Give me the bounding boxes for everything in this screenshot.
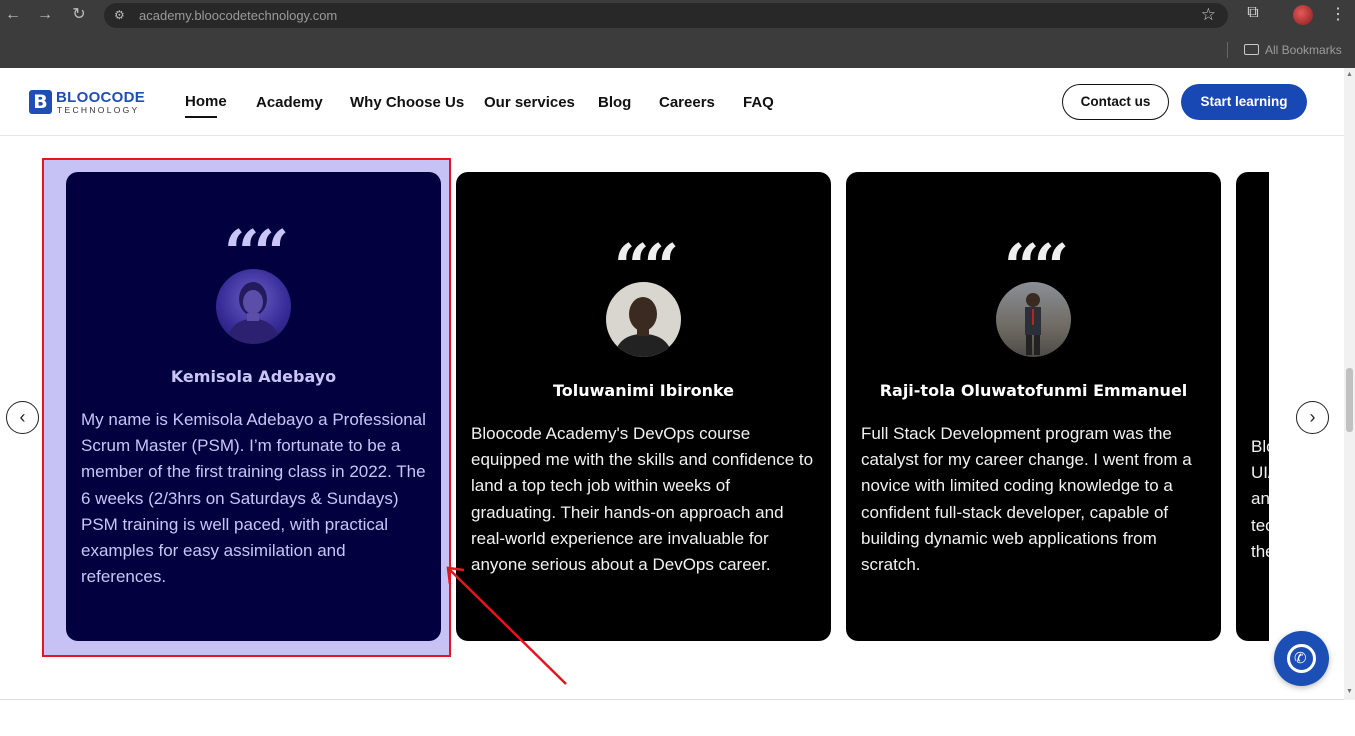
avatar	[996, 282, 1071, 357]
carousel-next-button[interactable]: ›	[1296, 401, 1329, 434]
site-header: B BLOOCODE TECHNOLOGY Home Academy Why C…	[0, 68, 1344, 136]
testimonial-text: Blo UI/ an tec the	[1251, 437, 1269, 561]
profile-avatar[interactable]	[1293, 5, 1313, 25]
logo-mark-icon: B	[29, 90, 52, 114]
site-settings-icon[interactable]: ⚙	[114, 8, 128, 22]
annotation-arrow	[446, 566, 567, 685]
browser-chrome: ← → ↻ ⚙ academy.bloocodetechnology.com ☆…	[0, 0, 1355, 68]
bookmarks-divider	[1227, 42, 1228, 58]
reload-icon[interactable]: ↻	[68, 4, 90, 26]
url-text[interactable]: academy.bloocodetechnology.com	[139, 8, 337, 23]
scroll-down-arrow-icon[interactable]: ▼	[1346, 688, 1353, 695]
extensions-icon[interactable]: ⧉	[1243, 4, 1263, 24]
section-divider	[0, 699, 1344, 700]
nav-why-choose-us[interactable]: Why Choose Us	[350, 93, 464, 113]
bookmark-star-icon[interactable]: ☆	[1201, 5, 1216, 25]
logo-sub: TECHNOLOGY	[57, 105, 140, 115]
nav-our-services[interactable]: Our services	[484, 93, 575, 113]
nav-home[interactable]: Home	[185, 92, 227, 118]
nav-blog[interactable]: Blog	[598, 93, 631, 113]
browser-menu-icon[interactable]: ⋮	[1330, 4, 1346, 24]
avatar	[606, 282, 681, 357]
scroll-up-arrow-icon[interactable]: ▲	[1346, 71, 1353, 78]
testimonial-card-clip: Blo UI/ an tec the	[1236, 172, 1269, 641]
start-learning-button[interactable]: Start learning	[1181, 84, 1307, 120]
forward-arrow-icon[interactable]: →	[34, 4, 56, 26]
testimonial-text: Bloocode Academy's DevOps course equippe…	[471, 424, 814, 575]
contact-us-button[interactable]: Contact us	[1062, 84, 1169, 120]
testimonial-card[interactable]: ““ Kemisola Adebayo My name is Kemisola …	[66, 172, 441, 641]
nav-careers[interactable]: Careers	[659, 93, 715, 113]
testimonial-text: Full Stack Development program was the c…	[861, 424, 1192, 575]
logo-name: BLOOCODE	[56, 89, 146, 106]
testimonial-text: My name is Kemisola Adebayo a Profession…	[81, 410, 426, 587]
all-bookmarks-label: All Bookmarks	[1265, 43, 1342, 57]
back-arrow-icon[interactable]: ←	[2, 4, 24, 26]
testimonial-name: Kemisola Adebayo	[170, 367, 337, 386]
testimonial-name: Raji-tola Oluwatofunmi Emmanuel	[879, 381, 1188, 400]
chevron-right-icon: ›	[1309, 407, 1316, 427]
nav-academy[interactable]: Academy	[256, 93, 323, 113]
testimonial-card[interactable]: ““ Raji-tola Oluwatofunmi Emmanuel Full …	[846, 172, 1221, 641]
carousel-prev-button[interactable]: ‹	[6, 401, 39, 434]
phone-icon: ✆	[1294, 650, 1307, 667]
all-bookmarks-button[interactable]: All Bookmarks	[1244, 42, 1342, 58]
testimonial-name: Toluwanimi Ibironke	[552, 381, 735, 400]
address-bar[interactable]: ⚙ academy.bloocodetechnology.com ☆	[104, 3, 1228, 28]
folder-icon	[1244, 44, 1259, 55]
whatsapp-button[interactable]: ✆	[1274, 631, 1329, 686]
scrollbar-thumb[interactable]	[1346, 368, 1353, 432]
nav-faq[interactable]: FAQ	[743, 93, 774, 113]
avatar	[216, 269, 291, 344]
testimonial-card[interactable]: Blo UI/ an tec the	[1236, 172, 1269, 641]
chevron-left-icon: ‹	[19, 407, 26, 427]
